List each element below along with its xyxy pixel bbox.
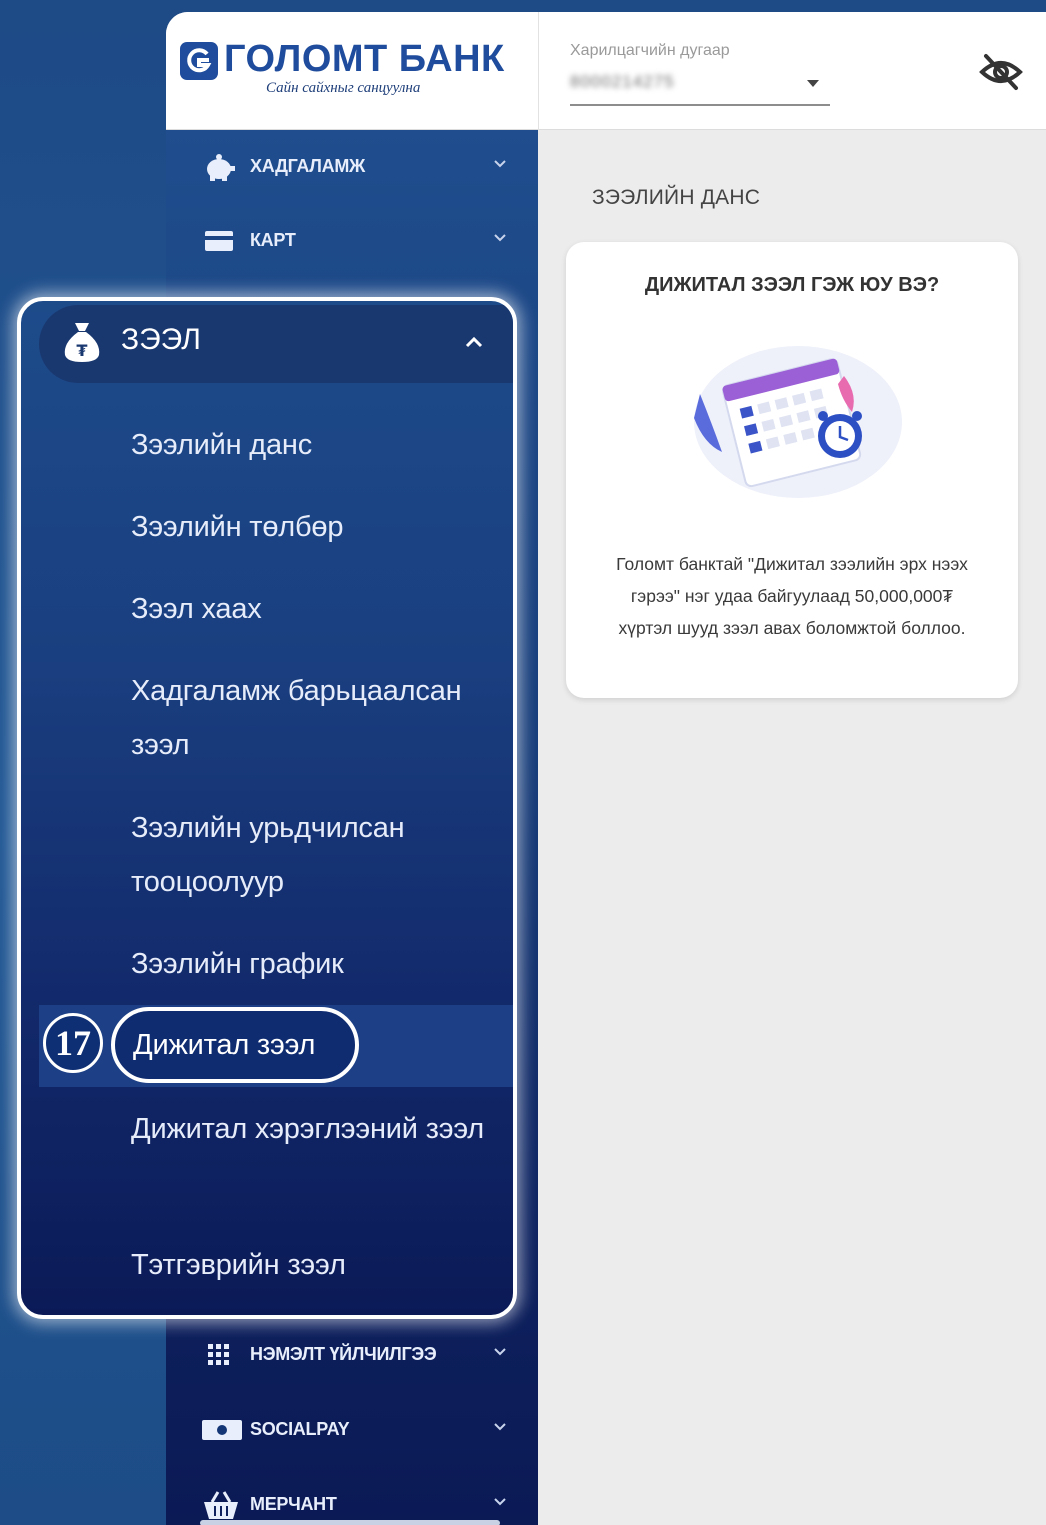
chevron-up-icon (463, 331, 485, 353)
submenu-item-close-loan[interactable]: Зээл хаах (131, 582, 511, 636)
sidebar-item-savings[interactable]: ХАДГАЛАМЖ (166, 138, 538, 198)
customer-number-label: Харилцагчийн дугаар (570, 42, 730, 59)
submenu-item-pension-loan[interactable]: Тэтгэврийн зээл (131, 1238, 511, 1292)
header-divider (538, 12, 539, 130)
sidebar-item-socialpay[interactable]: SOCIALPAY (166, 1401, 538, 1461)
grid-icon (202, 1340, 236, 1370)
card-description: Голомт банктай "Дижитал зээлийн эрх нээх… (616, 554, 968, 638)
bank-name: ГОЛОМТ БАНК (224, 38, 505, 80)
card-icon (202, 226, 236, 256)
calendar-clock-illustration (682, 334, 906, 504)
loans-menu-title: ЗЭЭЛ (121, 323, 201, 356)
submenu-item-loan-payment[interactable]: Зээлийн төлбөр (131, 500, 511, 554)
sidebar-item-loans[interactable]: ₮ ЗЭЭЛ (39, 305, 513, 383)
digital-loan-info-card: ДИЖИТАЛ ЗЭЭЛ ГЭЖ ЮУ ВЭ? Голомт банктай "… (566, 242, 1018, 698)
bank-logo-icon (180, 42, 218, 80)
sidebar-item-extra-services[interactable]: НЭМЭЛТ ҮЙЛЧИЛГЭЭ (166, 1326, 538, 1386)
chevron-down-icon (492, 1419, 508, 1435)
piggy-bank-icon (202, 152, 236, 182)
dropdown-caret-icon[interactable] (807, 80, 819, 87)
bank-logo[interactable]: ГОЛОМТ БАНК Сайн сайхныг санцуулна (180, 38, 504, 108)
top-header: ГОЛОМТ БАНК Сайн сайхныг санцуулна Харил… (166, 12, 1046, 130)
submenu-item-digital-loan[interactable]: Дижитал зээл (111, 1007, 359, 1083)
sidebar-item-label: SOCIALPAY (250, 1419, 350, 1439)
sidebar-item-label: ХАДГАЛАМЖ (250, 156, 365, 176)
svg-text:₮: ₮ (76, 341, 87, 360)
customer-select-underline (570, 104, 830, 106)
money-bag-icon: ₮ (61, 319, 103, 363)
submenu-item-deposit-backed-loan[interactable]: Хадгаламж барьцаалсан зээл (131, 664, 511, 772)
step-number-badge: 17 (43, 1013, 103, 1073)
submenu-item-loan-schedule[interactable]: Зээлийн график (131, 937, 511, 991)
customer-number-select[interactable]: 8000214275 (570, 72, 700, 92)
bank-slogan: Сайн сайхныг санцуулна (266, 80, 421, 96)
page-title: ЗЭЭЛИЙН ДАНС (592, 186, 761, 209)
hide-balance-eye-off-icon[interactable] (978, 52, 1024, 92)
submenu-item-digital-consumer-loan[interactable]: Дижитал хэрэглээний зээл (131, 1102, 511, 1156)
submenu-item-loan-account[interactable]: Зээлийн данс (131, 418, 511, 472)
sidebar-item-merchant[interactable]: МЕРЧАНТ (166, 1476, 538, 1525)
chevron-down-icon (492, 1494, 508, 1510)
chevron-down-icon (492, 156, 508, 172)
chevron-down-icon (492, 230, 508, 246)
sidebar-item-label: КАРТ (250, 230, 296, 250)
chevron-down-icon (492, 1344, 508, 1360)
cash-icon (202, 1415, 242, 1445)
basket-icon (202, 1490, 238, 1520)
sidebar-item-card[interactable]: КАРТ (166, 212, 538, 272)
sidebar-item-label: МЕРЧАНТ (250, 1494, 337, 1514)
submenu-item-loan-calculator[interactable]: Зээлийн урьдчилсан тооцоолуур (131, 801, 511, 909)
loans-menu-panel: ₮ ЗЭЭЛ Зээлийн данс Зээлийн төлбөр Зээл … (17, 297, 517, 1319)
sidebar-scroll-indicator (200, 1520, 500, 1525)
sidebar-item-label: НЭМЭЛТ ҮЙЛЧИЛГЭЭ (250, 1344, 437, 1364)
card-title: ДИЖИТАЛ ЗЭЭЛ ГЭЖ ЮУ ВЭ? (644, 274, 940, 296)
